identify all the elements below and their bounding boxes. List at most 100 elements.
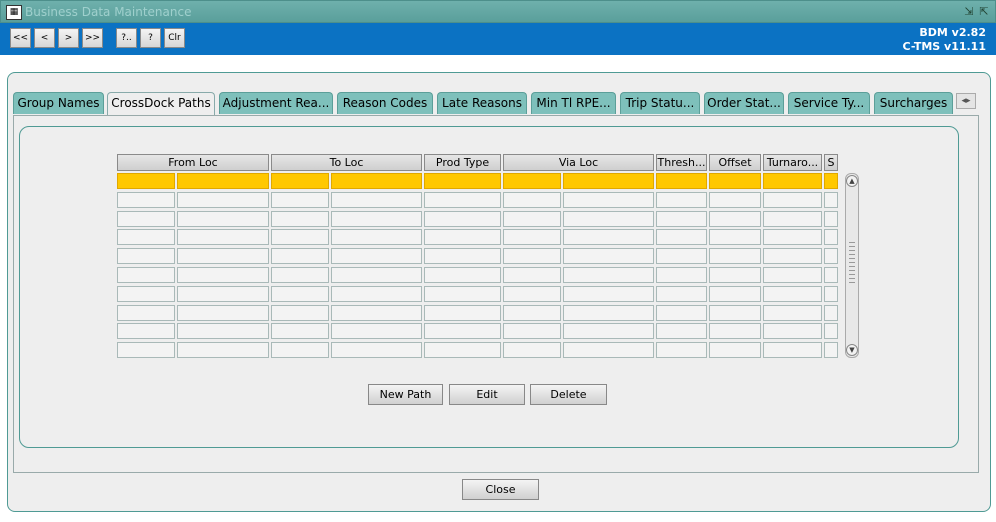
table-cell[interactable] [271, 323, 329, 340]
col-header-turnaround[interactable]: Turnaro... [763, 154, 822, 171]
table-cell[interactable] [177, 191, 269, 208]
table-cell[interactable] [709, 248, 761, 265]
table-cell[interactable] [656, 267, 707, 283]
scroll-down-icon[interactable]: ▼ [846, 344, 858, 356]
table-cell[interactable] [656, 323, 707, 340]
table-cell[interactable] [331, 267, 422, 283]
table-cell[interactable] [824, 229, 838, 246]
tab-trip-status[interactable]: Trip Statu... [620, 92, 700, 114]
table-cell[interactable] [763, 191, 822, 208]
table-cell[interactable] [563, 173, 654, 189]
table-cell[interactable] [424, 248, 501, 265]
table-cell[interactable] [117, 342, 175, 359]
table-cell[interactable] [503, 304, 561, 321]
table-cell[interactable] [331, 304, 422, 321]
clear-button[interactable]: Clr [164, 28, 185, 48]
tab-crossdock-paths[interactable]: CrossDock Paths [107, 92, 215, 116]
table-cell[interactable] [424, 210, 501, 227]
table-cell[interactable] [709, 210, 761, 227]
table-cell[interactable] [424, 323, 501, 340]
table-cell[interactable] [177, 323, 269, 340]
table-cell[interactable] [563, 304, 654, 321]
table-cell[interactable] [331, 248, 422, 265]
table-cell[interactable] [424, 267, 501, 283]
table-cell[interactable] [331, 210, 422, 227]
table-cell[interactable] [824, 323, 838, 340]
table-cell[interactable] [117, 285, 175, 302]
table-cell[interactable] [177, 248, 269, 265]
table-cell[interactable] [503, 210, 561, 227]
tab-min-tl-rpe[interactable]: Min Tl RPE... [531, 92, 616, 114]
table-cell[interactable] [424, 229, 501, 246]
minimize-icon[interactable]: ⇲ [963, 5, 975, 18]
col-header-threshold[interactable]: Thresh... [656, 154, 707, 171]
table-cell[interactable] [271, 285, 329, 302]
table-cell[interactable] [424, 304, 501, 321]
new-path-button[interactable]: New Path [368, 384, 443, 405]
last-record-button[interactable]: >> [82, 28, 103, 48]
table-cell[interactable] [656, 304, 707, 321]
table-cell[interactable] [117, 173, 175, 189]
table-cell[interactable] [709, 191, 761, 208]
table-cell[interactable] [271, 191, 329, 208]
col-header-prod-type[interactable]: Prod Type [424, 154, 501, 171]
table-cell[interactable] [117, 248, 175, 265]
table-cell[interactable] [503, 323, 561, 340]
table-cell[interactable] [763, 304, 822, 321]
table-cell[interactable] [331, 191, 422, 208]
help-button[interactable]: ? [140, 28, 161, 48]
table-cell[interactable] [503, 173, 561, 189]
table-cell[interactable] [709, 267, 761, 283]
table-cell[interactable] [331, 323, 422, 340]
table-cell[interactable] [271, 304, 329, 321]
table-cell[interactable] [503, 248, 561, 265]
table-cell[interactable] [563, 229, 654, 246]
table-cell[interactable] [763, 342, 822, 359]
table-cell[interactable] [656, 342, 707, 359]
table-cell[interactable] [656, 191, 707, 208]
table-cell[interactable] [763, 229, 822, 246]
prev-record-button[interactable]: < [34, 28, 55, 48]
maximize-icon[interactable]: ⇱ [978, 5, 990, 18]
table-cell[interactable] [331, 173, 422, 189]
table-cell[interactable] [503, 229, 561, 246]
table-cell[interactable] [503, 267, 561, 283]
table-cell[interactable] [824, 285, 838, 302]
table-cell[interactable] [503, 191, 561, 208]
table-cell[interactable] [763, 248, 822, 265]
tab-scroll-arrows-icon[interactable]: ◂▸ [956, 93, 976, 109]
table-cell[interactable] [117, 267, 175, 283]
table-cell[interactable] [117, 229, 175, 246]
col-header-via-loc[interactable]: Via Loc [503, 154, 654, 171]
table-cell[interactable] [424, 191, 501, 208]
table-cell[interactable] [117, 304, 175, 321]
table-cell[interactable] [271, 248, 329, 265]
table-cell[interactable] [824, 191, 838, 208]
table-cell[interactable] [563, 248, 654, 265]
table-cell[interactable] [763, 210, 822, 227]
table-cell[interactable] [331, 229, 422, 246]
table-cell[interactable] [656, 229, 707, 246]
table-cell[interactable] [177, 342, 269, 359]
table-cell[interactable] [503, 342, 561, 359]
table-cell[interactable] [117, 210, 175, 227]
table-cell[interactable] [763, 323, 822, 340]
grid-scrollbar[interactable]: ▲ ▼ [845, 173, 859, 358]
table-cell[interactable] [177, 267, 269, 283]
query-button[interactable]: ?.. [116, 28, 137, 48]
tab-adjustment-reasons[interactable]: Adjustment Rea... [219, 92, 333, 114]
table-cell[interactable] [709, 285, 761, 302]
table-cell[interactable] [331, 285, 422, 302]
table-cell[interactable] [177, 304, 269, 321]
scroll-up-icon[interactable]: ▲ [846, 175, 858, 187]
table-cell[interactable] [177, 229, 269, 246]
table-cell[interactable] [563, 323, 654, 340]
table-cell[interactable] [824, 248, 838, 265]
table-cell[interactable] [563, 342, 654, 359]
table-cell[interactable] [656, 248, 707, 265]
tab-reason-codes[interactable]: Reason Codes [337, 92, 433, 114]
table-cell[interactable] [709, 323, 761, 340]
table-cell[interactable] [271, 173, 329, 189]
table-cell[interactable] [331, 342, 422, 359]
table-cell[interactable] [656, 210, 707, 227]
